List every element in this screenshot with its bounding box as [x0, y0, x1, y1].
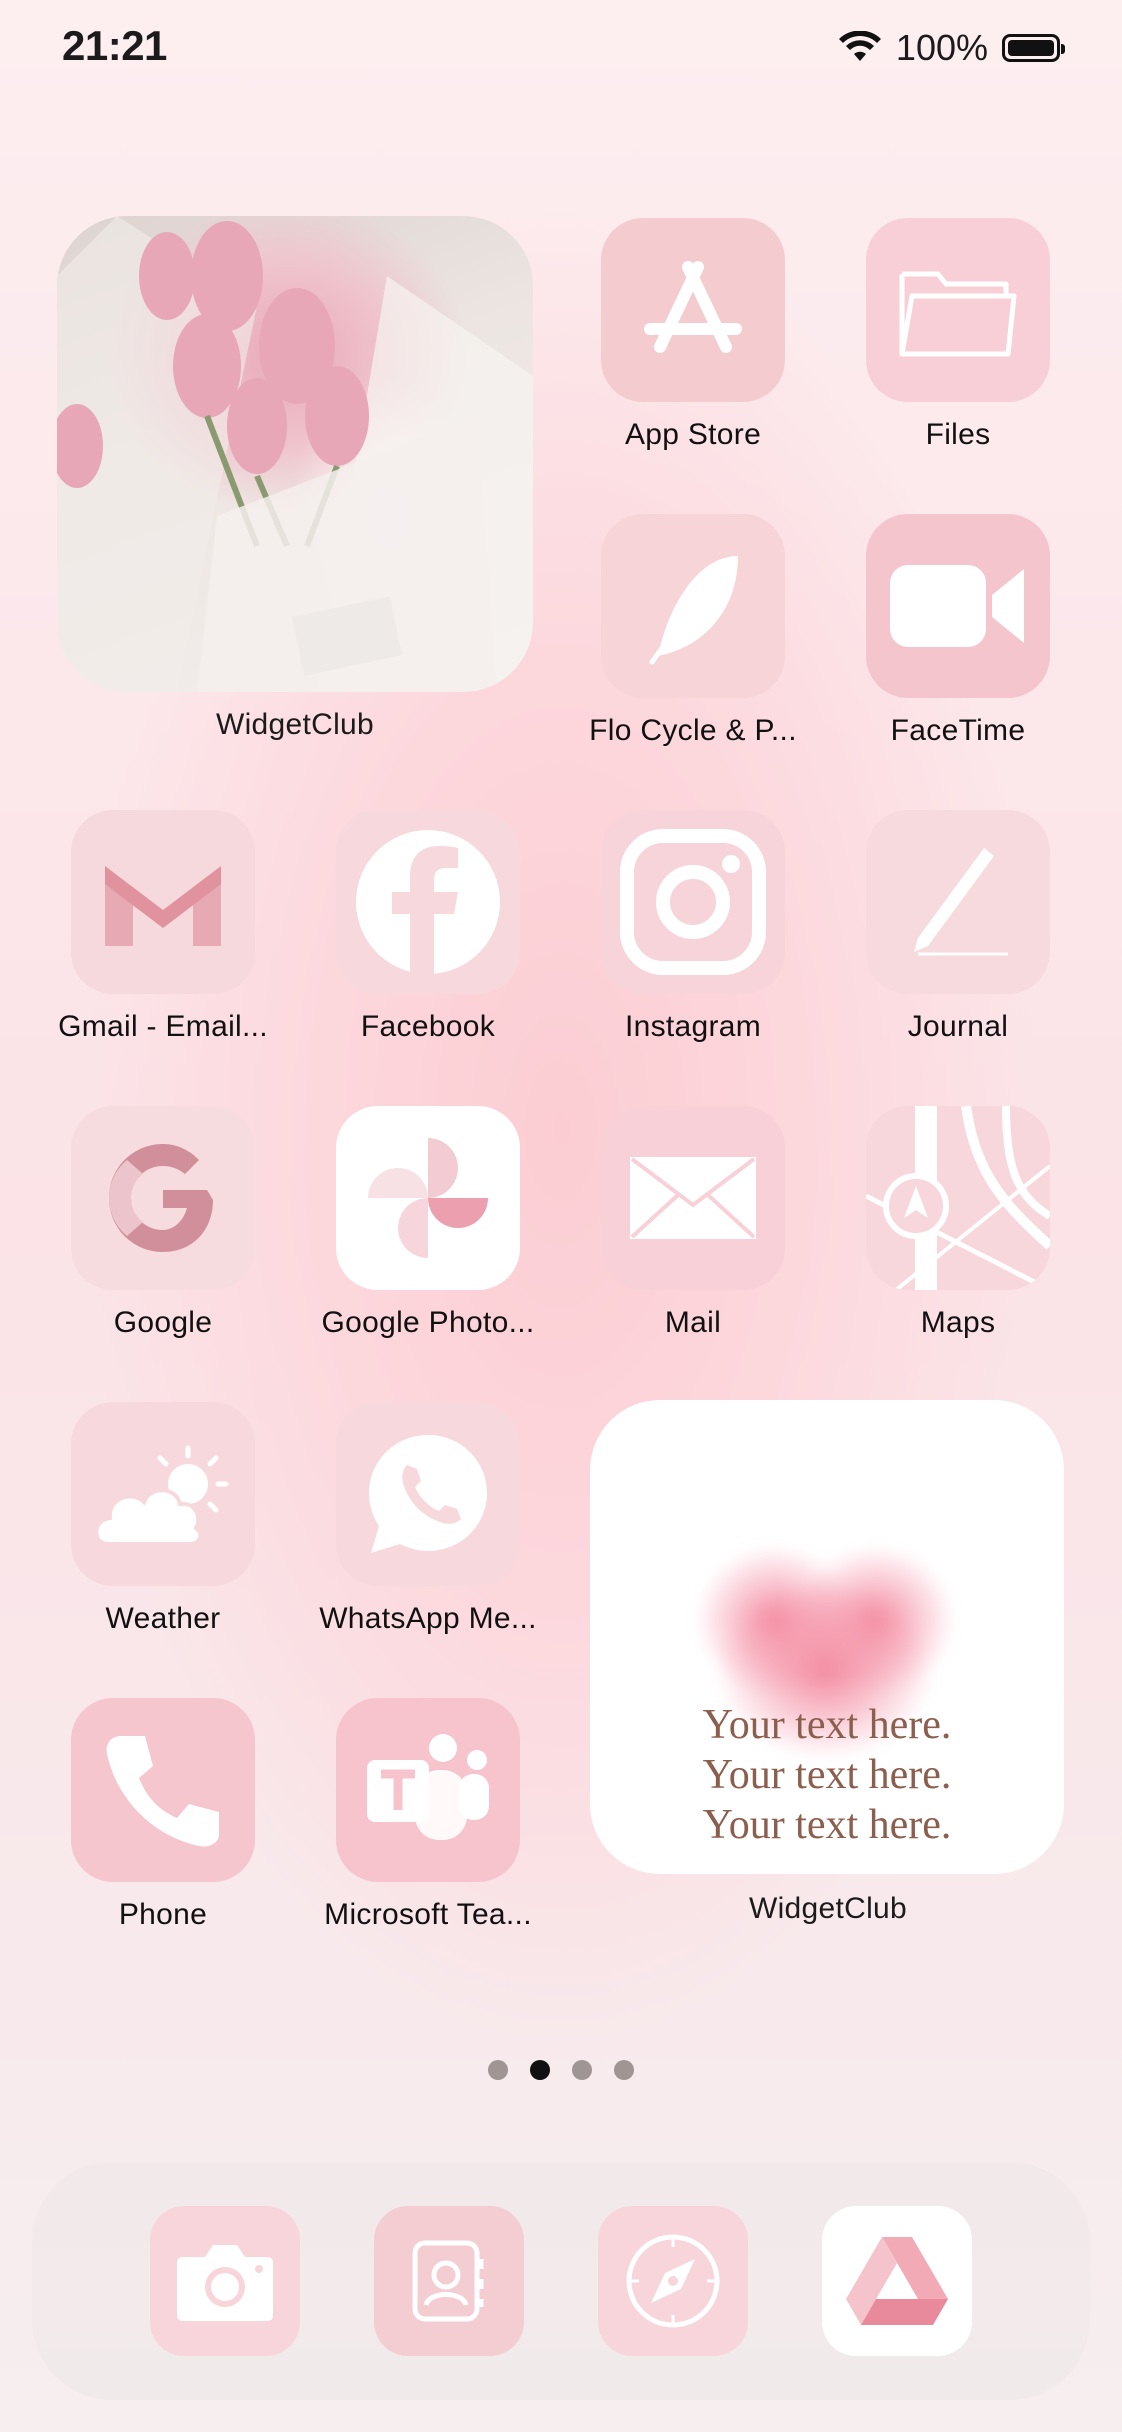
status-time: 21:21: [62, 22, 167, 69]
widgetclub-photo-label: WidgetClub: [215, 708, 375, 741]
app-store-label: App Store: [624, 418, 762, 451]
safari-icon[interactable]: [598, 2206, 748, 2356]
teams-label: Microsoft Tea...: [324, 1898, 532, 1931]
whatsapp-icon: [336, 1402, 520, 1586]
instagram-app[interactable]: Instagram: [573, 810, 813, 1044]
camera-icon[interactable]: [150, 2206, 300, 2356]
facebook-icon: [336, 810, 520, 994]
widget-text-line: Your text here.: [702, 1802, 952, 1848]
widget-text-line: Your text here.: [702, 1702, 952, 1748]
status-right: 100%: [838, 22, 1065, 74]
contacts-icon[interactable]: [374, 2206, 524, 2356]
google-drive-icon[interactable]: [822, 2206, 972, 2356]
teams-app[interactable]: Microsoft Tea...: [308, 1698, 548, 1932]
phone-icon: [71, 1698, 255, 1882]
facebook-app[interactable]: Facebook: [308, 810, 548, 1044]
google-photos-label: Google Photo...: [321, 1306, 535, 1339]
facetime-app[interactable]: FaceTime: [838, 514, 1078, 748]
facebook-label: Facebook: [360, 1010, 496, 1043]
files-label: Files: [925, 418, 991, 451]
battery-percent: 100%: [895, 27, 988, 68]
whatsapp-label: WhatsApp Me...: [319, 1602, 537, 1635]
instagram-label: Instagram: [624, 1010, 762, 1043]
whatsapp-app[interactable]: WhatsApp Me...: [308, 1402, 548, 1636]
pen-icon: [866, 810, 1050, 994]
widgetclub-photo-widget[interactable]: [57, 216, 533, 692]
folder-icon: [866, 218, 1050, 402]
google-photos-app[interactable]: Google Photo...: [308, 1106, 548, 1340]
map-icon: [866, 1106, 1050, 1290]
google-g-icon: [71, 1106, 255, 1290]
battery-icon: [1002, 34, 1065, 62]
mail-app[interactable]: Mail: [573, 1106, 813, 1340]
page-dot[interactable]: [614, 2060, 634, 2080]
files-app[interactable]: Files: [838, 218, 1078, 452]
wifi-icon: [838, 31, 881, 61]
pinwheel-icon: [336, 1106, 520, 1290]
page-indicator[interactable]: [0, 2060, 1122, 2080]
widget-text-line: Your text here.: [702, 1752, 952, 1798]
phone-label: Phone: [118, 1898, 208, 1931]
page-dot-active[interactable]: [530, 2060, 550, 2080]
maps-label: Maps: [920, 1306, 996, 1339]
teams-icon: [336, 1698, 520, 1882]
weather-app[interactable]: Weather: [43, 1402, 283, 1636]
flo-app[interactable]: Flo Cycle & P...: [573, 514, 813, 748]
mail-label: Mail: [664, 1306, 722, 1339]
app-store-icon: [601, 218, 785, 402]
google-label: Google: [113, 1306, 213, 1339]
video-camera-icon: [866, 514, 1050, 698]
dock: [32, 2162, 1090, 2400]
envelope-icon: [601, 1106, 785, 1290]
journal-label: Journal: [907, 1010, 1009, 1043]
weather-label: Weather: [105, 1602, 221, 1635]
flo-label: Flo Cycle & P...: [589, 714, 797, 747]
journal-app[interactable]: Journal: [838, 810, 1078, 1044]
facetime-label: FaceTime: [890, 714, 1026, 747]
feather-icon: [601, 514, 785, 698]
page-dot[interactable]: [488, 2060, 508, 2080]
page-dot[interactable]: [572, 2060, 592, 2080]
widgetclub-text-widget[interactable]: Your text here. Your text here. Your tex…: [590, 1400, 1064, 1874]
tulip-bouquet-image: [57, 216, 533, 692]
instagram-icon: [601, 810, 785, 994]
gmail-app[interactable]: Gmail - Email...: [43, 810, 283, 1044]
maps-app[interactable]: Maps: [838, 1106, 1078, 1340]
widget-text-lines: Your text here. Your text here. Your tex…: [590, 1700, 1064, 1850]
cloud-sun-icon: [71, 1402, 255, 1586]
gmail-label: Gmail - Email...: [58, 1010, 268, 1043]
google-app[interactable]: Google: [43, 1106, 283, 1340]
gmail-icon: [71, 810, 255, 994]
widgetclub-text-label: WidgetClub: [748, 1892, 908, 1925]
phone-app[interactable]: Phone: [43, 1698, 283, 1932]
app-store-app[interactable]: App Store: [573, 218, 813, 452]
